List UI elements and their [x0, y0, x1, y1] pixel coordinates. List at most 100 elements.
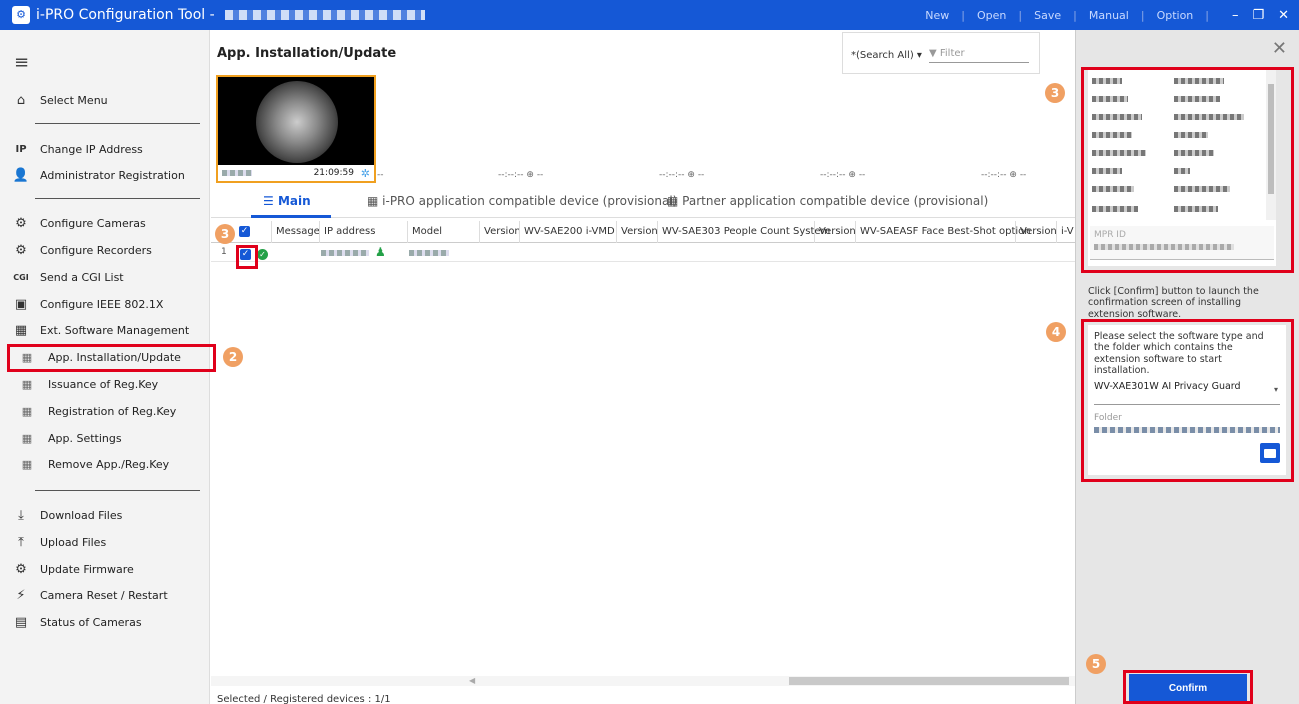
- camera-name: [222, 170, 252, 176]
- col-model[interactable]: Model: [407, 221, 442, 243]
- sidebar-item-download-files[interactable]: ⤓ Download Files: [0, 502, 210, 528]
- cgi-icon: CGI: [13, 272, 29, 282]
- menu-open[interactable]: Open: [965, 9, 1018, 22]
- gear-icon[interactable]: ✲: [361, 167, 370, 180]
- tab-ipro-compatible[interactable]: ▦ i-PRO application compatible device (p…: [367, 194, 677, 208]
- filter-input[interactable]: ▼ Filter: [929, 48, 1029, 63]
- minimize-button[interactable]: –: [1232, 8, 1239, 23]
- step-badge: 5: [1086, 654, 1106, 674]
- row-number: 1: [221, 247, 227, 257]
- highlight-box: [236, 245, 258, 269]
- ip-address-value: [321, 250, 369, 256]
- sidebar-item-configure-recorders[interactable]: ⚙ Configure Recorders: [0, 237, 210, 263]
- sidebar-item-upload-files[interactable]: ⤒ Upload Files: [0, 529, 210, 555]
- col-iv[interactable]: i-V: [1056, 221, 1074, 243]
- thumbnail-bar: 21:09:59 ✲: [218, 165, 374, 181]
- fisheye-image: [256, 81, 338, 163]
- title-menu: New | Open | Save | Manual | Option |: [913, 0, 1209, 30]
- highlight-box: [1123, 670, 1253, 704]
- sidebar-item-ieee[interactable]: ▣ Configure IEEE 802.1X: [0, 291, 210, 317]
- tab-main[interactable]: ☰ Main: [263, 194, 311, 208]
- app-logo-icon: ⚙: [12, 6, 30, 24]
- upload-icon: ⤒: [18, 534, 24, 550]
- sidebar-item-configure-cameras[interactable]: ⚙ Configure Cameras: [0, 210, 210, 236]
- sidebar-item-registration-regkey[interactable]: ▦ Registration of Reg.Key: [0, 398, 210, 424]
- divider: [35, 198, 200, 199]
- highlight-box: [1081, 319, 1294, 482]
- title-bar: ⚙ i-PRO Configuration Tool - New | Open | …: [0, 0, 1299, 30]
- camera-slot: --: [377, 170, 384, 180]
- col-version[interactable]: Version: [479, 221, 521, 243]
- highlight-box: [7, 344, 216, 372]
- thumbnail-time: 21:09:59: [313, 168, 354, 178]
- status-icon: ▤: [14, 614, 28, 630]
- sidebar-item-camera-reset[interactable]: ⚡ Camera Reset / Restart: [0, 582, 210, 608]
- search-area: *(Search All) ▾ ▼ Filter: [842, 32, 1040, 74]
- menu-manual[interactable]: Manual: [1077, 9, 1141, 22]
- active-tab-indicator: [251, 215, 331, 218]
- scrollbar-thumb[interactable]: [789, 677, 1069, 685]
- tab-partner-compatible[interactable]: ▦ Partner application compatible device …: [667, 194, 988, 208]
- table-row[interactable]: 1 ✓ ✓ ♟: [211, 244, 1075, 262]
- select-all-checkbox[interactable]: ✓: [235, 221, 250, 243]
- ok-icon: ✓: [257, 247, 268, 260]
- scroll-left-icon[interactable]: ◀: [469, 676, 475, 685]
- col-sae303[interactable]: WV-SAE303 People Count System: [657, 221, 830, 243]
- recorder-gear-icon: ⚙: [15, 242, 27, 258]
- model-value: [409, 250, 449, 256]
- sidebar-item-status-cameras[interactable]: ▤ Status of Cameras: [0, 609, 210, 635]
- table-header: ✓ Message IP address Model Version WV-SA…: [211, 221, 1075, 243]
- camera-slot: --:--:-- ⊕ --: [659, 170, 705, 180]
- sidebar-item-change-ip[interactable]: IP Change IP Address: [0, 136, 210, 162]
- trash-icon: ▦: [21, 457, 33, 471]
- ieee-icon: ▣: [14, 296, 28, 312]
- sidebar-item-ext-software[interactable]: ▦ Ext. Software Management: [0, 317, 210, 343]
- menu-new[interactable]: New: [913, 9, 961, 22]
- sidebar-item-admin-registration[interactable]: 👤 Administrator Registration: [0, 162, 210, 188]
- page-title: App. Installation/Update: [217, 46, 397, 61]
- col-message[interactable]: Message: [271, 221, 320, 243]
- confirm-description: Click [Confirm] button to launch the con…: [1088, 286, 1259, 320]
- menu-save[interactable]: Save: [1022, 9, 1073, 22]
- close-window-button[interactable]: ✕: [1278, 8, 1289, 23]
- menu-option[interactable]: Option: [1145, 9, 1206, 22]
- firmware-icon: ⚙: [15, 561, 27, 577]
- highlight-box: [1081, 67, 1294, 273]
- hamburger-menu-icon[interactable]: ≡: [14, 52, 29, 73]
- sidebar-item-app-settings[interactable]: ▦ App. Settings: [0, 425, 210, 451]
- sidebar-item-remove-app[interactable]: ▦ Remove App./Reg.Key: [0, 451, 210, 477]
- download-icon: ⤓: [18, 507, 24, 523]
- app-title: i-PRO Configuration Tool -: [36, 7, 215, 23]
- col-sae200[interactable]: WV-SAE200 i-VMD: [519, 221, 615, 243]
- col-ip-address[interactable]: IP address: [319, 221, 375, 243]
- camera-slot: --:--:-- ⊕ --: [498, 170, 544, 180]
- app-settings-icon: ▦: [21, 431, 33, 445]
- camera-gear-icon: ⚙: [15, 215, 27, 231]
- camera-slot: --:--:-- ⊕ --: [820, 170, 866, 180]
- qr-icon: ▦: [667, 194, 683, 208]
- col-saeasf[interactable]: WV-SAEASF Face Best-Shot option: [855, 221, 1031, 243]
- search-scope-select[interactable]: *(Search All) ▾: [851, 50, 922, 61]
- step-badge: 4: [1046, 322, 1066, 342]
- col-version[interactable]: Version: [1015, 221, 1057, 243]
- close-icon[interactable]: ✕: [1272, 38, 1287, 59]
- admin-icon: 👤: [12, 167, 30, 183]
- ip-icon: IP: [15, 143, 27, 155]
- col-version[interactable]: Version: [616, 221, 658, 243]
- sidebar-item-select-menu[interactable]: ⌂ Select Menu: [0, 87, 210, 113]
- divider: [35, 123, 200, 124]
- col-version[interactable]: Version: [814, 221, 856, 243]
- sidebar-item-send-cgi[interactable]: CGI Send a CGI List: [0, 264, 210, 290]
- person-icon: ♟: [375, 245, 386, 259]
- camera-slot: --:--:-- ⊕ --: [981, 170, 1027, 180]
- status-text: Selected / Registered devices : 1/1: [217, 694, 391, 704]
- camera-thumbnail[interactable]: 21:09:59 ✲: [216, 75, 376, 183]
- list-icon: ☰: [263, 194, 278, 208]
- sidebar-item-issuance-regkey[interactable]: ▦ Issuance of Reg.Key: [0, 371, 210, 397]
- step-badge: 2: [223, 347, 243, 367]
- step-badge: 3: [1045, 83, 1065, 103]
- window-controls: – ❐ ✕: [1232, 0, 1289, 30]
- sidebar-item-update-firmware[interactable]: ⚙ Update Firmware: [0, 556, 210, 582]
- horizontal-scrollbar[interactable]: ◀: [211, 676, 1075, 686]
- restore-button[interactable]: ❐: [1252, 8, 1264, 23]
